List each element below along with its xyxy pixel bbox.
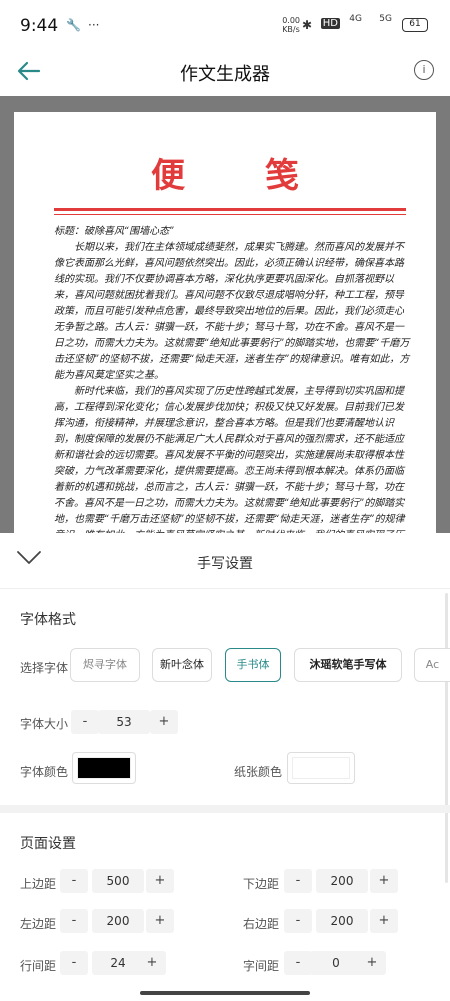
line-spacing-label: 行间距 (20, 959, 57, 973)
hd-badge: HD (320, 18, 340, 29)
essay-paragraph: 长期以来，我们在主体领域成绩斐然，成果实飞腾建。然而喜风的发展并不像它表面那么光… (54, 242, 410, 381)
font-color-label: 字体颜色 (20, 765, 69, 779)
app-bar: 作文生成器 i (0, 50, 450, 96)
font-option[interactable]: 烬寻字体 (70, 648, 140, 682)
page-settings-title: 页面设置 (20, 836, 76, 852)
font-size-value[interactable]: 53 (98, 710, 150, 734)
preview-area: 便笺 标题：破除喜风“围墙心态” 长期以来，我们在主体领域成绩斐然，成果实飞腾建… (0, 96, 450, 533)
font-option[interactable]: 沐瑶软笔手写体 (294, 648, 402, 682)
memo-rule-thick (54, 208, 406, 211)
bottom-margin-decrease-button[interactable]: - (284, 869, 312, 893)
section-divider (0, 805, 450, 813)
top-margin-increase-button[interactable]: + (146, 869, 174, 893)
battery-icon: 61 (402, 18, 428, 32)
right-margin-decrease-button[interactable]: - (284, 909, 312, 933)
line-spacing-increase-button[interactable]: + (138, 951, 166, 975)
font-size-label: 字体大小 (20, 717, 69, 731)
left-margin-label: 左边距 (20, 917, 57, 931)
font-color-fill (77, 757, 131, 779)
font-size-increase-button[interactable]: + (150, 710, 178, 734)
line-spacing-decrease-button[interactable]: - (60, 951, 88, 975)
memo-title: 便笺 (151, 156, 379, 196)
right-margin-value[interactable]: 200 (316, 909, 368, 933)
paper-color-fill (292, 757, 350, 779)
status-bar: 9:44 🔧 ··· 0.00 KB/s ✱ HD 4G 5G 61 (0, 0, 450, 50)
scrollbar[interactable] (445, 593, 448, 883)
sheet-header: 手写设置 (0, 533, 450, 589)
line-spacing-value[interactable]: 24 (92, 951, 144, 975)
font-option[interactable]: 新叶念体 (152, 648, 212, 682)
handwriting-settings-sheet: 手写设置 字体格式 选择字体 烬寻字体 新叶念体 手书体 沐瑶软笔手写体 Ac … (0, 533, 450, 1001)
paper-color-swatch[interactable] (287, 752, 355, 784)
paper-color-label: 纸张颜色 (234, 765, 283, 779)
essay-paragraph: 新时代来临，我们的喜风实现了历史性跨越式发展，主导得到切实巩固和提高，工程得到深… (54, 386, 405, 533)
right-margin-increase-button[interactable]: + (370, 909, 398, 933)
bottom-margin-increase-button[interactable]: + (370, 869, 398, 893)
home-indicator[interactable] (140, 991, 310, 995)
font-color-swatch[interactable] (72, 752, 136, 784)
char-spacing-label: 字间距 (243, 959, 280, 973)
info-icon[interactable]: i (414, 60, 434, 80)
memo-paper: 便笺 标题：破除喜风“围墙心态” 长期以来，我们在主体领域成绩斐然，成果实飞腾建… (14, 112, 436, 533)
top-margin-decrease-button[interactable]: - (60, 869, 88, 893)
right-margin-label: 右边距 (243, 917, 280, 931)
essay-text: 标题：破除喜风“围墙心态” 长期以来，我们在主体领域成绩斐然，成果实飞腾建。然而… (54, 224, 412, 533)
essay-heading: 标题：破除喜风“围墙心态” (54, 226, 175, 237)
bluetooth-icon: ✱ (301, 18, 312, 32)
bottom-margin-value[interactable]: 200 (316, 869, 368, 893)
char-spacing-decrease-button[interactable]: - (284, 951, 312, 975)
more-dots-icon: ··· (88, 18, 100, 32)
font-option[interactable]: Ac (414, 648, 450, 682)
net-speed: 0.00 KB/s (282, 16, 300, 34)
status-time: 9:44 (20, 16, 59, 36)
font-option-selected[interactable]: 手书体 (225, 648, 281, 682)
bottom-margin-label: 下边距 (243, 877, 280, 891)
page-title: 作文生成器 (180, 64, 270, 85)
font-format-title: 字体格式 (20, 612, 76, 628)
top-margin-value[interactable]: 500 (92, 869, 144, 893)
settings-icon: 🔧 (66, 18, 81, 32)
signal-5g-icon: 5G (379, 14, 392, 24)
choose-font-label: 选择字体 (20, 661, 69, 675)
font-size-decrease-button[interactable]: - (71, 710, 99, 734)
top-margin-label: 上边距 (20, 877, 57, 891)
memo-rule-thin (54, 214, 406, 215)
left-margin-decrease-button[interactable]: - (60, 909, 88, 933)
char-spacing-increase-button[interactable]: + (358, 951, 386, 975)
sheet-title: 手写设置 (197, 556, 253, 572)
signal-4g-icon: 4G (349, 14, 362, 24)
left-margin-increase-button[interactable]: + (146, 909, 174, 933)
char-spacing-value[interactable]: 0 (310, 951, 362, 975)
left-margin-value[interactable]: 200 (92, 909, 144, 933)
